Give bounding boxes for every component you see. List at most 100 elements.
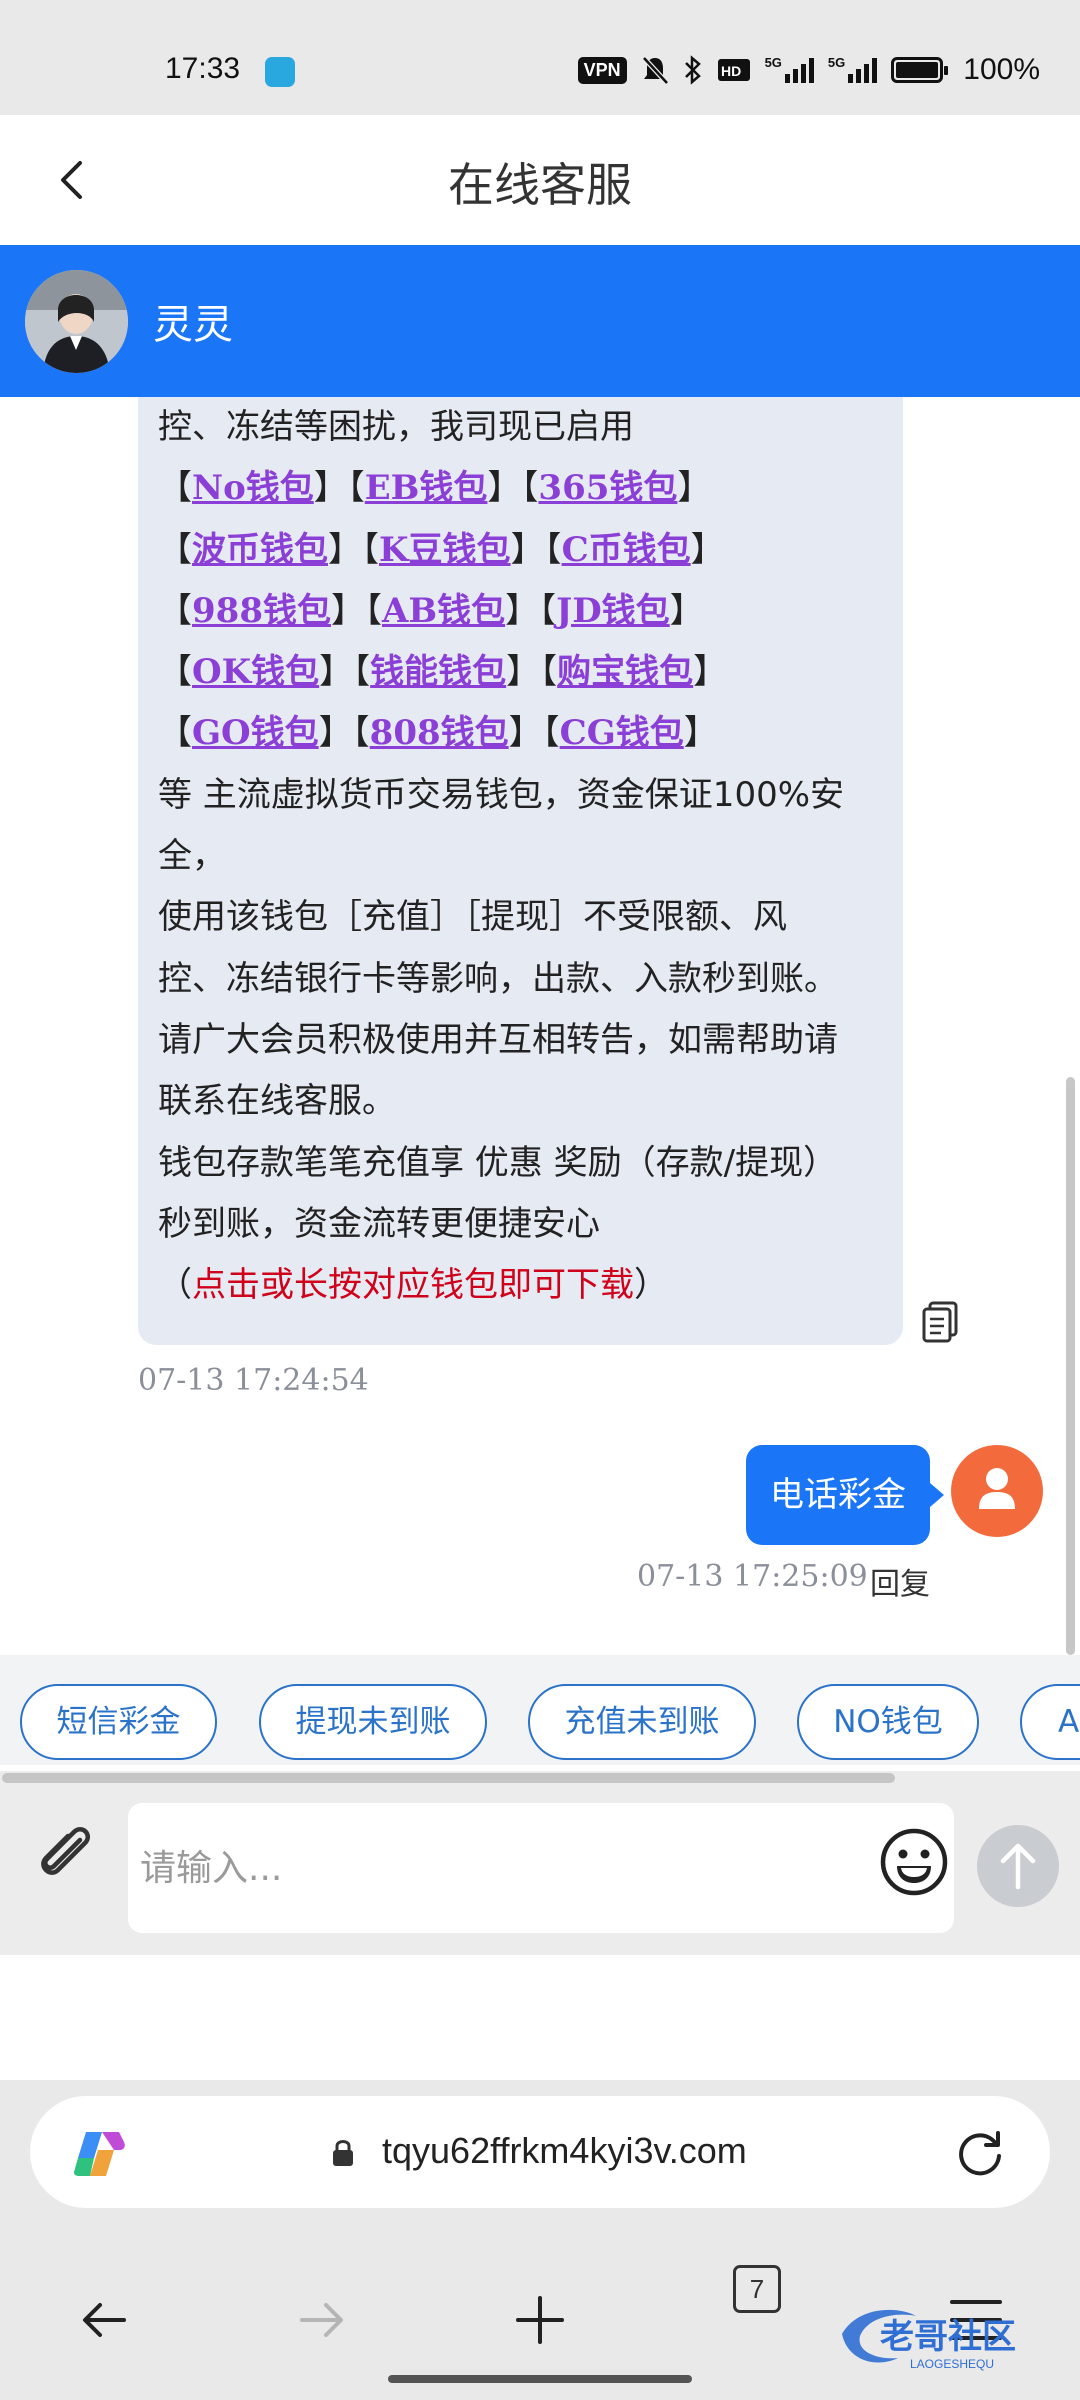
status-bar: 17:33 VPN HD 5G 5G 100%: [0, 0, 1080, 115]
message-text-segment: 】【: [505, 590, 557, 631]
message-text-segment: 】【: [330, 590, 382, 631]
message-line: 【GO钱包】【808钱包】【CG钱包】: [158, 703, 898, 764]
message-line: 【No钱包】【EB钱包】【365钱包】: [158, 458, 898, 519]
back-arrow-icon[interactable]: [74, 2290, 134, 2350]
agent-message-text: 控、冻结等困扰，我司现已启用 【No钱包】【EB钱包】【365钱包】 【波币钱包】【…: [158, 397, 898, 1316]
download-hint-text: 点击或长按对应钱包即可下载: [192, 1265, 634, 1306]
quick-reply-chip[interactable]: 提现未到账: [259, 1684, 487, 1760]
watermark-logo: 老哥社区 LAOGESHEQU: [842, 2309, 1016, 2371]
quick-reply-bar: 短信彩金 提现未到账 充值未到账 NO钱包 A: [0, 1655, 1080, 1765]
wallet-download-link[interactable]: GO钱包: [192, 713, 319, 753]
message-line: 请广大会员积极使用并互相转告，如需帮助请: [158, 1010, 898, 1071]
message-text-segment: 】: [683, 713, 718, 754]
bluetooth-icon: [684, 55, 701, 85]
message-text-segment: 】【: [328, 529, 379, 570]
copilot-icon[interactable]: [72, 2128, 128, 2180]
message-line: 【988钱包】【AB钱包】【JD钱包】: [158, 581, 898, 642]
user-message-bubble[interactable]: 电话彩金: [746, 1445, 944, 1545]
wallet-download-link[interactable]: 购宝钱包: [557, 652, 693, 692]
quick-reply-scrollbar[interactable]: [0, 1771, 1080, 1785]
message-text-segment: 钱包存款笔笔充值享 优惠 奖励（存款/提现）: [158, 1142, 838, 1183]
agent-avatar[interactable]: [25, 270, 128, 373]
message-line: 秒到账，资金流转更便捷安心: [158, 1194, 898, 1255]
wallet-download-link[interactable]: AB钱包: [382, 591, 505, 631]
page-title: 在线客服: [448, 158, 632, 212]
copy-icon[interactable]: [921, 1301, 959, 1343]
message-line: 等 主流虚拟货币交易钱包，资金保证100%安: [158, 765, 898, 826]
chat-area[interactable]: 控、冻结等困扰，我司现已启用 【No钱包】【EB钱包】【365钱包】 【波币钱包】【…: [0, 397, 1080, 1655]
message-text-segment: 】: [669, 590, 704, 631]
wallet-download-link[interactable]: 808钱包: [370, 713, 509, 753]
arrow-up-icon: [1000, 1843, 1036, 1890]
paperclip-icon[interactable]: [30, 1820, 100, 1890]
signal-net-label: 5G: [827, 55, 846, 70]
home-indicator[interactable]: [388, 2375, 692, 2383]
wallet-download-link[interactable]: OK钱包: [192, 652, 319, 692]
user-message-timestamp: 07-13 17:25:09: [637, 1559, 868, 1594]
reload-icon[interactable]: [952, 2126, 1008, 2182]
battery-percent: 100%: [963, 53, 1040, 86]
address-bar[interactable]: tqyu62ffrkm4kyi3v.com: [30, 2096, 1050, 2208]
message-text-segment: 全，: [158, 836, 226, 877]
message-text-segment: 使用该钱包［充值］［提现］不受限额、风: [158, 897, 787, 938]
message-text-segment: 联系在线客服。: [158, 1081, 396, 1122]
battery-level: [896, 62, 939, 78]
message-text-segment: 秒到账，资金流转更便捷安心: [158, 1203, 600, 1244]
message-text-segment: ）: [634, 1265, 668, 1306]
message-text-segment: 等 主流虚拟货币交易钱包，资金保证100%安: [158, 774, 845, 815]
reply-link[interactable]: 回复: [870, 1559, 930, 1603]
smiley-icon[interactable]: [878, 1826, 950, 1898]
app-notification-icon: [265, 57, 295, 87]
user-icon: [979, 1468, 1015, 1509]
send-button[interactable]: [977, 1825, 1059, 1907]
quick-reply-chip[interactable]: A: [1020, 1684, 1080, 1760]
wallet-download-link[interactable]: 波币钱包: [192, 530, 328, 570]
message-text-segment: 】: [677, 468, 712, 509]
tab-count-button[interactable]: 7: [733, 2265, 781, 2313]
url-text[interactable]: tqyu62ffrkm4kyi3v.com: [382, 2130, 747, 2172]
message-line: 控、冻结等困扰，我司现已启用: [158, 397, 898, 458]
signal-5g-1-icon: 5G: [764, 55, 814, 83]
message-line: 控、冻结银行卡等影响，出款、入款秒到账。: [158, 949, 898, 1010]
mute-bell-icon: [641, 56, 669, 85]
quick-reply-chip[interactable]: 短信彩金: [20, 1684, 217, 1760]
message-line: 【波币钱包】【K豆钱包】【C币钱包】: [158, 520, 898, 581]
forward-arrow-icon[interactable]: [292, 2290, 352, 2350]
quick-reply-scroll-thumb[interactable]: [2, 1773, 895, 1783]
lock-icon: [333, 2140, 353, 2166]
wallet-download-link[interactable]: 988钱包: [192, 591, 331, 631]
chat-scrollbar[interactable]: [1066, 1077, 1075, 1655]
status-time: 17:33: [165, 52, 241, 85]
quick-reply-chip[interactable]: NO钱包: [797, 1684, 979, 1760]
new-tab-plus-icon[interactable]: [510, 2290, 570, 2350]
wallet-download-link[interactable]: 钱能钱包: [370, 652, 506, 692]
agent-name: 灵灵: [153, 302, 233, 348]
message-input[interactable]: [140, 1803, 860, 1933]
signal-net-label: 5G: [764, 55, 782, 70]
message-text-segment: 】【: [319, 652, 371, 693]
wallet-download-link[interactable]: 365钱包: [538, 468, 677, 508]
wallet-download-link[interactable]: K豆钱包: [379, 530, 511, 570]
wallet-download-link[interactable]: C币钱包: [562, 530, 691, 570]
wallet-download-link[interactable]: CG钱包: [560, 713, 684, 753]
vpn-icon: VPN: [577, 56, 627, 84]
message-text-segment: 【: [158, 529, 192, 570]
watermark-title: 老哥社区: [880, 2317, 1016, 2357]
message-text-segment: 】【: [487, 468, 539, 509]
message-text-segment: 【: [158, 652, 192, 693]
app-header: 在线客服: [0, 115, 1080, 245]
message-line: 全，: [158, 826, 898, 887]
message-line: 【OK钱包】【钱能钱包】【购宝钱包】: [158, 642, 898, 703]
wallet-download-link[interactable]: JD钱包: [556, 591, 670, 631]
watermark-subtitle: LAOGESHEQU: [910, 2357, 994, 2371]
message-text-segment: 】: [693, 652, 728, 693]
message-text-segment: 控、冻结等困扰，我司现已启用: [158, 407, 634, 447]
quick-reply-chip[interactable]: 充值未到账: [528, 1684, 756, 1760]
agent-message-timestamp: 07-13 17:24:54: [138, 1363, 369, 1398]
message-input-box: [128, 1803, 954, 1933]
wallet-download-link[interactable]: No钱包: [192, 468, 314, 508]
wallet-download-link[interactable]: EB钱包: [365, 468, 488, 508]
message-text-segment: 】【: [506, 652, 558, 693]
status-icons: VPN HD 5G 5G 100%: [577, 52, 1040, 88]
page-bottom-spacer: [0, 1955, 1080, 2080]
